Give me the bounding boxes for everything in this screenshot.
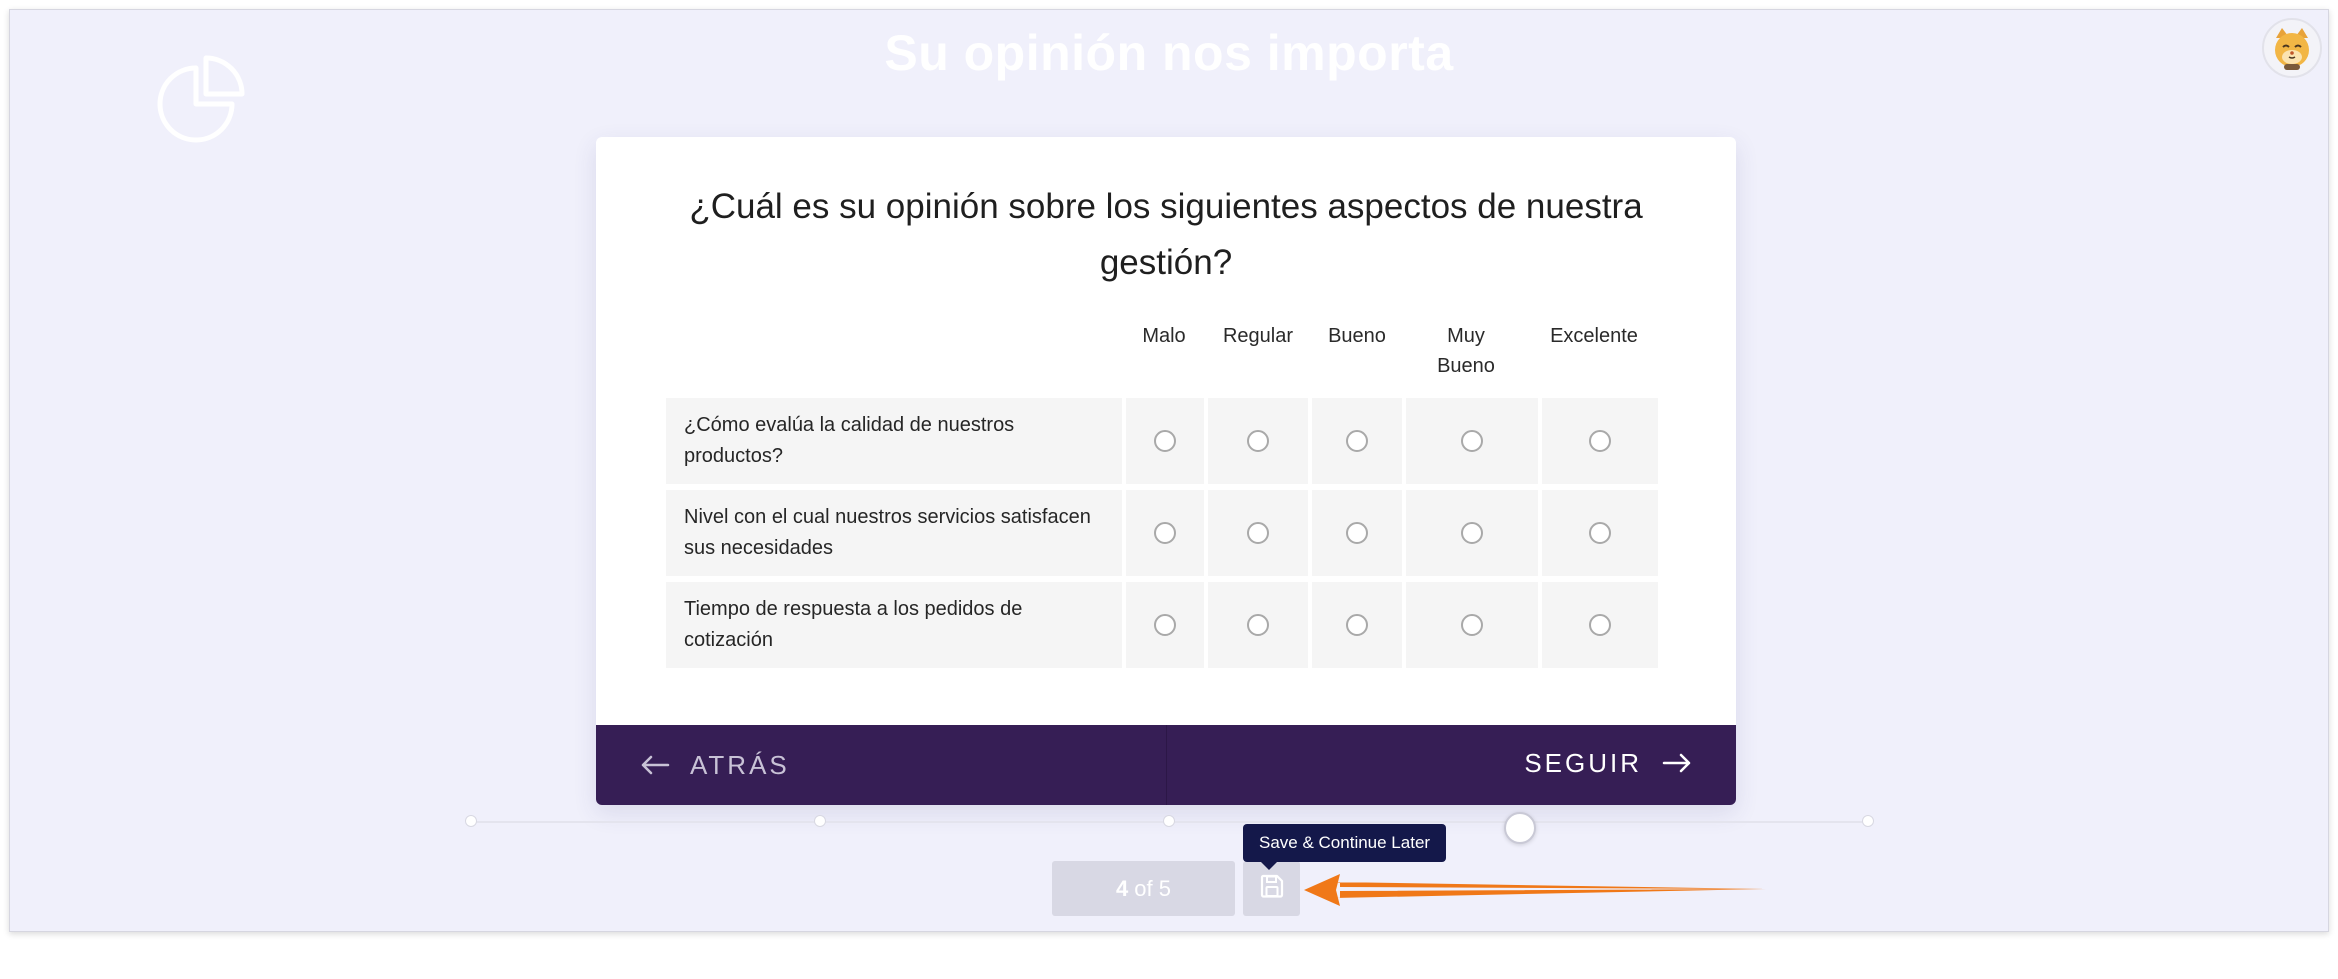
radio-excelente-row1[interactable] [1589,430,1611,452]
radio-bueno-row2[interactable] [1346,522,1368,544]
radio-malo-row1[interactable] [1154,430,1176,452]
cat-face-icon [2275,28,2309,70]
matrix-cell[interactable] [1312,582,1402,668]
radio-malo-row2[interactable] [1154,522,1176,544]
radio-muy-bueno-row1[interactable] [1461,430,1483,452]
progress-step-dot [1862,815,1874,827]
matrix-cell[interactable] [1208,490,1308,576]
progress-step-dot [814,815,826,827]
radio-malo-row3[interactable] [1154,614,1176,636]
column-header-malo: Malo [1142,325,1186,347]
arrow-right-icon [1662,752,1692,774]
annotation-arrow-icon [1300,872,1770,908]
floppy-disk-icon [1259,873,1285,904]
question-title: ¿Cuál es su opinión sobre los siguientes… [689,187,1643,282]
radio-regular-row2[interactable] [1247,522,1269,544]
radio-excelente-row3[interactable] [1589,614,1611,636]
save-tooltip: Save & Continue Later [1243,824,1447,870]
row-label-servicios-necesidades: Nivel con el cual nuestros servicios sat… [666,490,1122,576]
column-header-excelente: Excelente [1550,325,1638,347]
progress-thumb[interactable] [1504,812,1536,844]
arrow-left-icon [640,754,670,776]
column-header-muy-bueno: Muy Bueno [1437,325,1495,377]
row-label-calidad-productos: ¿Cómo evalúa la calidad de nuestros prod… [666,398,1122,484]
back-button-label: ATRÁS [690,749,790,780]
radio-bueno-row1[interactable] [1346,430,1368,452]
page-title: Su opinión nos importa [884,25,1454,81]
matrix-cell[interactable] [1406,582,1538,668]
page-indicator: 4 of 5 [1052,861,1235,916]
next-button[interactable]: SEGUIR [1167,725,1737,805]
survey-page: Su opinión nos importa ¿Cuál es su opini… [9,9,2329,932]
matrix-cell[interactable] [1542,490,1658,576]
user-avatar[interactable] [2262,18,2322,78]
matrix-cell[interactable] [1542,398,1658,484]
progress-step-dot [1163,815,1175,827]
matrix-cell[interactable] [1126,398,1204,484]
radio-bueno-row3[interactable] [1346,614,1368,636]
matrix-cell[interactable] [1312,490,1402,576]
navigation-bar: ATRÁS SEGUIR [596,725,1736,805]
back-button[interactable]: ATRÁS [596,725,1167,805]
matrix-cell[interactable] [1312,398,1402,484]
matrix-cell[interactable] [1126,490,1204,576]
matrix-cell[interactable] [1406,398,1538,484]
row-label-tiempo-respuesta: Tiempo de respuesta a los pedidos de cot… [666,582,1122,668]
matrix-cell[interactable] [1208,582,1308,668]
total-pages-label: of 5 [1134,875,1171,901]
radio-muy-bueno-row3[interactable] [1461,614,1483,636]
matrix-cell[interactable] [1406,490,1538,576]
radio-regular-row3[interactable] [1247,614,1269,636]
radio-excelente-row2[interactable] [1589,522,1611,544]
radio-muy-bueno-row2[interactable] [1461,522,1483,544]
matrix-cell[interactable] [1208,398,1308,484]
matrix-cell[interactable] [1126,582,1204,668]
next-button-label: SEGUIR [1524,747,1642,778]
matrix-cell[interactable] [1542,582,1658,668]
column-header-bueno: Bueno [1328,325,1386,347]
radio-regular-row1[interactable] [1247,430,1269,452]
column-header-regular: Regular [1222,325,1294,347]
progress-step-dot [465,815,477,827]
current-page-number: 4 [1116,875,1129,901]
pie-chart-logo-icon [152,48,252,148]
question-card: ¿Cuál es su opinión sobre los siguientes… [596,137,1736,805]
